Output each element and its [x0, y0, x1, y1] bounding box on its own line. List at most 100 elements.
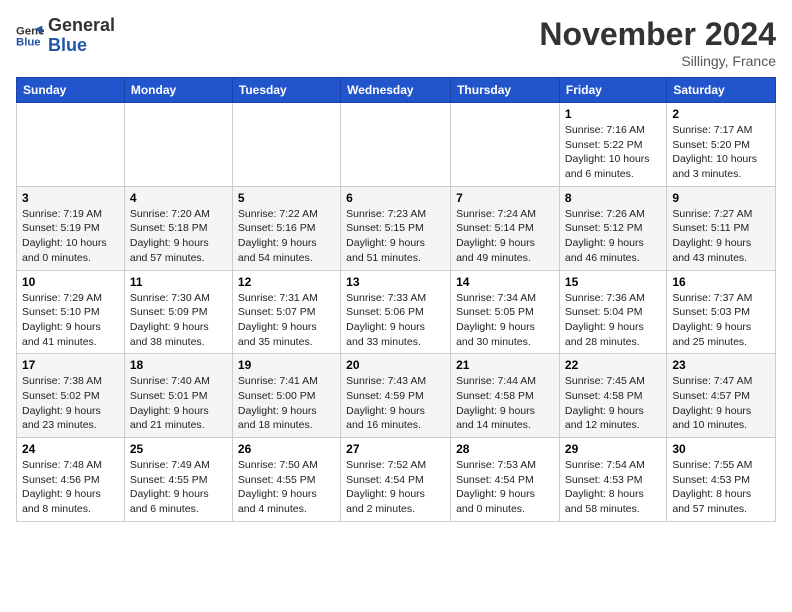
calendar-day-cell: 19 Sunrise: 7:41 AM Sunset: 5:00 PM Dayli… [232, 354, 340, 438]
page-header: General Blue General Blue November 2024 … [16, 16, 776, 69]
day-info: Sunrise: 7:41 AM Sunset: 5:00 PM Dayligh… [238, 374, 335, 433]
day-number: 9 [672, 191, 770, 205]
calendar-week-row: 10 Sunrise: 7:29 AM Sunset: 5:10 PM Dayli… [17, 270, 776, 354]
day-info: Sunrise: 7:20 AM Sunset: 5:18 PM Dayligh… [130, 207, 227, 266]
weekday-header-cell: Tuesday [232, 78, 340, 103]
day-info: Sunrise: 7:50 AM Sunset: 4:55 PM Dayligh… [238, 458, 335, 517]
calendar-day-cell: 5 Sunrise: 7:22 AM Sunset: 5:16 PM Daylig… [232, 186, 340, 270]
calendar-day-cell: 3Sunrise: 7:19 AM Sunset: 5:19 PM Daylig… [17, 186, 125, 270]
day-number: 10 [22, 275, 119, 289]
day-number: 6 [346, 191, 445, 205]
calendar-day-cell: 2Sunrise: 7:17 AM Sunset: 5:20 PM Daylig… [667, 103, 776, 187]
day-info: Sunrise: 7:26 AM Sunset: 5:12 PM Dayligh… [565, 207, 661, 266]
day-info: Sunrise: 7:49 AM Sunset: 4:55 PM Dayligh… [130, 458, 227, 517]
day-number: 11 [130, 275, 227, 289]
day-info: Sunrise: 7:45 AM Sunset: 4:58 PM Dayligh… [565, 374, 661, 433]
calendar-day-cell: 12 Sunrise: 7:31 AM Sunset: 5:07 PM Dayli… [232, 270, 340, 354]
calendar-week-row: 24Sunrise: 7:48 AM Sunset: 4:56 PM Dayli… [17, 438, 776, 522]
day-info: Sunrise: 7:44 AM Sunset: 4:58 PM Dayligh… [456, 374, 554, 433]
day-number: 4 [130, 191, 227, 205]
calendar-week-row: 1 Sunrise: 7:16 AM Sunset: 5:22 PM Daylig… [17, 103, 776, 187]
month-title: November 2024 [539, 16, 776, 53]
logo-general: General [48, 16, 115, 36]
day-number: 29 [565, 442, 661, 456]
calendar-day-cell: 10 Sunrise: 7:29 AM Sunset: 5:10 PM Dayli… [17, 270, 125, 354]
calendar-day-cell [124, 103, 232, 187]
calendar-day-cell: 11 Sunrise: 7:30 AM Sunset: 5:09 PM Dayli… [124, 270, 232, 354]
calendar-day-cell: 1 Sunrise: 7:16 AM Sunset: 5:22 PM Daylig… [559, 103, 666, 187]
svg-text:Blue: Blue [16, 36, 41, 48]
calendar-day-cell: 23Sunrise: 7:47 AM Sunset: 4:57 PM Dayli… [667, 354, 776, 438]
day-info: Sunrise: 7:23 AM Sunset: 5:15 PM Dayligh… [346, 207, 445, 266]
day-info: Sunrise: 7:16 AM Sunset: 5:22 PM Dayligh… [565, 123, 661, 182]
day-info: Sunrise: 7:38 AM Sunset: 5:02 PM Dayligh… [22, 374, 119, 433]
day-info: Sunrise: 7:22 AM Sunset: 5:16 PM Dayligh… [238, 207, 335, 266]
day-number: 28 [456, 442, 554, 456]
day-number: 8 [565, 191, 661, 205]
weekday-header-cell: Monday [124, 78, 232, 103]
weekday-header-cell: Wednesday [341, 78, 451, 103]
calendar-day-cell: 9Sunrise: 7:27 AM Sunset: 5:11 PM Daylig… [667, 186, 776, 270]
day-info: Sunrise: 7:53 AM Sunset: 4:54 PM Dayligh… [456, 458, 554, 517]
day-info: Sunrise: 7:37 AM Sunset: 5:03 PM Dayligh… [672, 291, 770, 350]
day-info: Sunrise: 7:36 AM Sunset: 5:04 PM Dayligh… [565, 291, 661, 350]
logo-icon: General Blue [16, 22, 44, 50]
calendar-day-cell: 17Sunrise: 7:38 AM Sunset: 5:02 PM Dayli… [17, 354, 125, 438]
calendar-day-cell: 21 Sunrise: 7:44 AM Sunset: 4:58 PM Dayli… [451, 354, 560, 438]
calendar-day-cell: 29 Sunrise: 7:54 AM Sunset: 4:53 PM Dayli… [559, 438, 666, 522]
calendar-day-cell: 25 Sunrise: 7:49 AM Sunset: 4:55 PM Dayli… [124, 438, 232, 522]
calendar-day-cell: 4 Sunrise: 7:20 AM Sunset: 5:18 PM Daylig… [124, 186, 232, 270]
calendar-day-cell: 26 Sunrise: 7:50 AM Sunset: 4:55 PM Dayli… [232, 438, 340, 522]
calendar-day-cell: 27Sunrise: 7:52 AM Sunset: 4:54 PM Dayli… [341, 438, 451, 522]
calendar-day-cell: 28 Sunrise: 7:53 AM Sunset: 4:54 PM Dayli… [451, 438, 560, 522]
day-number: 26 [238, 442, 335, 456]
weekday-header-cell: Sunday [17, 78, 125, 103]
day-info: Sunrise: 7:33 AM Sunset: 5:06 PM Dayligh… [346, 291, 445, 350]
calendar-day-cell: 16 Sunrise: 7:37 AM Sunset: 5:03 PM Dayli… [667, 270, 776, 354]
title-block: November 2024 Sillingy, France [539, 16, 776, 69]
day-info: Sunrise: 7:30 AM Sunset: 5:09 PM Dayligh… [130, 291, 227, 350]
calendar-day-cell: 24Sunrise: 7:48 AM Sunset: 4:56 PM Dayli… [17, 438, 125, 522]
day-info: Sunrise: 7:24 AM Sunset: 5:14 PM Dayligh… [456, 207, 554, 266]
day-info: Sunrise: 7:54 AM Sunset: 4:53 PM Dayligh… [565, 458, 661, 517]
day-number: 19 [238, 358, 335, 372]
calendar-day-cell: 7 Sunrise: 7:24 AM Sunset: 5:14 PM Daylig… [451, 186, 560, 270]
day-info: Sunrise: 7:55 AM Sunset: 4:53 PM Dayligh… [672, 458, 770, 517]
day-number: 25 [130, 442, 227, 456]
calendar-day-cell: 30 Sunrise: 7:55 AM Sunset: 4:53 PM Dayli… [667, 438, 776, 522]
day-number: 7 [456, 191, 554, 205]
calendar-day-cell: 6 Sunrise: 7:23 AM Sunset: 5:15 PM Daylig… [341, 186, 451, 270]
calendar-week-row: 3Sunrise: 7:19 AM Sunset: 5:19 PM Daylig… [17, 186, 776, 270]
calendar-day-cell [341, 103, 451, 187]
calendar-body: 1 Sunrise: 7:16 AM Sunset: 5:22 PM Daylig… [17, 103, 776, 522]
calendar-day-cell: 20Sunrise: 7:43 AM Sunset: 4:59 PM Dayli… [341, 354, 451, 438]
calendar-day-cell: 13 Sunrise: 7:33 AM Sunset: 5:06 PM Dayli… [341, 270, 451, 354]
logo-blue: Blue [48, 36, 115, 56]
day-number: 14 [456, 275, 554, 289]
day-info: Sunrise: 7:48 AM Sunset: 4:56 PM Dayligh… [22, 458, 119, 517]
day-number: 1 [565, 107, 661, 121]
weekday-header-cell: Friday [559, 78, 666, 103]
calendar-day-cell: 18Sunrise: 7:40 AM Sunset: 5:01 PM Dayli… [124, 354, 232, 438]
weekday-header-row: SundayMondayTuesdayWednesdayThursdayFrid… [17, 78, 776, 103]
calendar-day-cell: 22Sunrise: 7:45 AM Sunset: 4:58 PM Dayli… [559, 354, 666, 438]
calendar-day-cell: 8 Sunrise: 7:26 AM Sunset: 5:12 PM Daylig… [559, 186, 666, 270]
day-info: Sunrise: 7:40 AM Sunset: 5:01 PM Dayligh… [130, 374, 227, 433]
calendar-day-cell [232, 103, 340, 187]
day-number: 16 [672, 275, 770, 289]
calendar-table: SundayMondayTuesdayWednesdayThursdayFrid… [16, 77, 776, 522]
day-info: Sunrise: 7:31 AM Sunset: 5:07 PM Dayligh… [238, 291, 335, 350]
day-number: 21 [456, 358, 554, 372]
day-number: 30 [672, 442, 770, 456]
calendar-day-cell: 14Sunrise: 7:34 AM Sunset: 5:05 PM Dayli… [451, 270, 560, 354]
day-info: Sunrise: 7:52 AM Sunset: 4:54 PM Dayligh… [346, 458, 445, 517]
calendar-day-cell [451, 103, 560, 187]
day-number: 5 [238, 191, 335, 205]
calendar-week-row: 17Sunrise: 7:38 AM Sunset: 5:02 PM Dayli… [17, 354, 776, 438]
day-info: Sunrise: 7:29 AM Sunset: 5:10 PM Dayligh… [22, 291, 119, 350]
weekday-header-cell: Saturday [667, 78, 776, 103]
day-number: 12 [238, 275, 335, 289]
day-number: 13 [346, 275, 445, 289]
calendar-day-cell [17, 103, 125, 187]
location: Sillingy, France [539, 53, 776, 69]
